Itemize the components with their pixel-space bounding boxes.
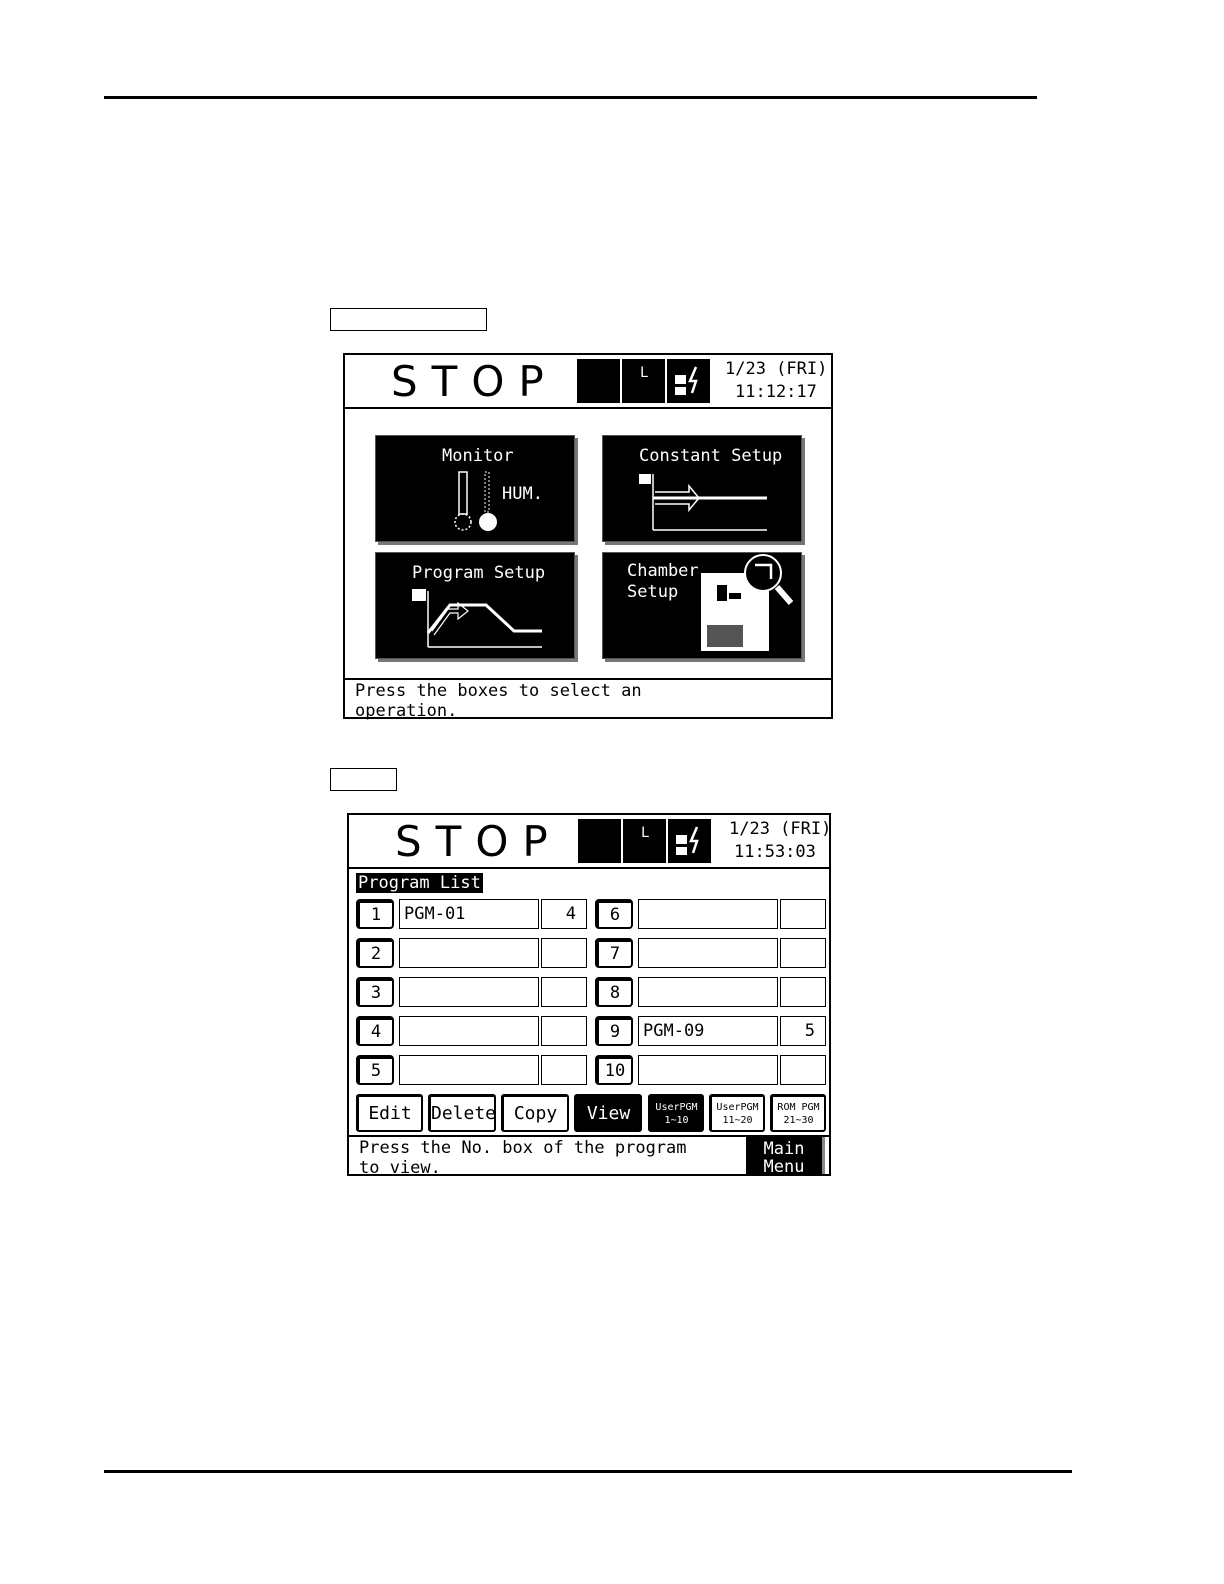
bottom-rule [104,1470,1072,1473]
hum-label: HUM. [502,484,543,504]
status-text: STOP [391,357,558,406]
program-name-cell [399,977,539,1007]
program-count-cell: 4 [541,899,587,929]
program-name-cell: PGM-09 [638,1016,778,1046]
program-number-button[interactable]: 1 [356,899,394,929]
program-name-cell [399,1016,539,1046]
power-indicator-icon [668,819,711,863]
program-list-screen: STOP L 1/23 (FRI) 11:53:03 Program List … [347,813,832,1178]
program-count-cell [541,977,587,1007]
copy-button[interactable]: Copy [501,1094,569,1132]
program-setup-label: Program Setup [412,563,546,583]
main-menu-button[interactable]: Main Menu [746,1137,822,1176]
program-count-cell [780,1055,826,1085]
screen1-message: Press the boxes to select an operation. [355,681,642,721]
message-divider [345,678,831,680]
constant-setup-tile[interactable]: Constant Setup [602,435,802,542]
chamber-magnifier-icon [701,554,794,651]
program-setup-tile[interactable]: Program Setup [375,552,575,659]
program-count-cell [780,938,826,968]
caption-box-1 [330,308,487,331]
page-button-line1: UserPGM [655,1102,698,1113]
program-number-button[interactable]: 5 [356,1055,394,1085]
program-number-button[interactable]: 9 [595,1016,633,1046]
time-text: 11:53:03 [734,842,816,862]
program-name-cell [638,899,778,929]
program-graph-icon [412,589,542,648]
screen-header: STOP L 1/23 (FRI) 11:12:17 [345,355,831,409]
program-number-button[interactable]: 6 [595,899,633,929]
chamber-setup-tile[interactable]: Chamber Setup [602,552,802,659]
time-text: 11:12:17 [735,382,817,402]
program-number-button[interactable]: 7 [595,938,633,968]
user-pgm-1-10-button[interactable]: UserPGM 1~10 [648,1094,704,1132]
program-name-cell [638,938,778,968]
program-number-button[interactable]: 8 [595,977,633,1007]
monitor-label: Monitor [442,446,514,466]
thermometer-icon [454,471,497,531]
program-count-cell [541,938,587,968]
program-number-button[interactable]: 4 [356,1016,394,1046]
delete-button[interactable]: Delete [428,1094,496,1132]
screen-header: STOP L 1/23 (FRI) 11:53:03 [349,815,832,869]
page-button-line1: UserPGM [716,1102,759,1113]
date-text: 1/23 (FRI) [729,819,832,839]
main-menu-screen: STOP L 1/23 (FRI) 11:12:17 Monitor HUM. … [343,353,833,721]
top-rule [104,96,1037,99]
program-count-cell [541,1055,587,1085]
status-indicator-blank [577,359,620,403]
date-text: 1/23 (FRI) [725,359,828,379]
edit-button[interactable]: Edit [356,1094,423,1132]
program-name-cell [399,1055,539,1085]
program-number-button[interactable]: 3 [356,977,394,1007]
indicator-letter: L [641,825,650,841]
program-name-cell: PGM-01 [399,899,539,929]
program-number-button[interactable]: 10 [595,1055,633,1085]
program-name-cell [399,938,539,968]
caption-box-2 [330,768,397,791]
constant-setup-label: Constant Setup [639,446,783,466]
user-pgm-11-20-button[interactable]: UserPGM 11~20 [709,1094,765,1132]
program-name-cell [638,977,778,1007]
program-name-cell [638,1055,778,1085]
program-count-cell: 5 [780,1016,826,1046]
constant-graph-icon [639,474,767,531]
program-count-cell [780,977,826,1007]
chamber-setup-label: Chamber Setup [627,561,699,602]
program-list-title: Program List [356,873,483,893]
program-count-cell [541,1016,587,1046]
power-indicator-icon [667,359,710,403]
status-text: STOP [395,817,562,866]
screen2-message: Press the No. box of the program to view… [359,1138,687,1178]
page-button-line2: 21~30 [783,1115,814,1126]
status-indicator-l: L [622,359,665,403]
status-indicator-l: L [623,819,666,863]
page-button-line2: 1~10 [664,1115,689,1126]
page-button-line2: 11~20 [722,1115,753,1126]
program-number-button[interactable]: 2 [356,938,394,968]
monitor-tile[interactable]: Monitor HUM. [375,435,575,542]
status-indicator-blank [578,819,621,863]
view-button[interactable]: View [574,1094,642,1132]
indicator-letter: L [640,365,649,381]
page-button-line1: ROM PGM [777,1102,820,1113]
program-count-cell [780,899,826,929]
rom-pgm-21-30-button[interactable]: ROM PGM 21~30 [770,1094,826,1132]
